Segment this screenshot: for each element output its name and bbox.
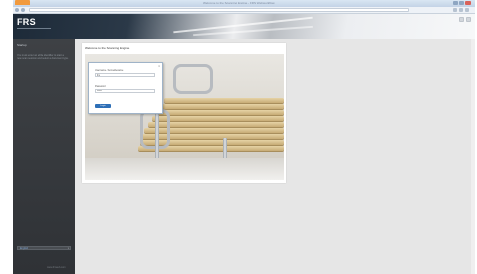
close-window-icon[interactable] [465, 1, 471, 5]
panel-title: Welcome to the Scanning Engine [85, 46, 130, 50]
page-scrollbar[interactable] [471, 39, 475, 274]
login-dialog: × Username / Anmeldename fra Password **… [88, 62, 163, 114]
sidebar-description: You must enter an eFile identifier to st… [17, 54, 69, 60]
close-icon[interactable]: × [158, 64, 160, 68]
username-label: Username / Anmeldename [95, 69, 124, 72]
gear-icon[interactable] [465, 8, 469, 12]
sidebar: Startup You must enter an eFile identifi… [13, 39, 75, 274]
back-arrow-icon[interactable] [15, 8, 19, 12]
minimize-icon[interactable] [453, 1, 458, 5]
browser-title-bar: Welcome to the Scanning Engine - FRS Web… [13, 0, 475, 7]
password-label: Password [95, 85, 106, 88]
password-field[interactable]: ***** [95, 89, 155, 93]
login-button[interactable]: Login [95, 104, 111, 108]
binder-photo: × Username / Anmeldename fra Password **… [85, 54, 284, 180]
browser-app-button[interactable] [15, 0, 30, 5]
maximize-icon[interactable] [459, 1, 464, 5]
welcome-panel: Welcome to the Scanning Engine × Usernam… [82, 43, 286, 183]
paper-stack [164, 98, 284, 103]
username-value: fra [97, 74, 100, 77]
browser-nav-bar [13, 7, 475, 14]
browser-toolbar [453, 8, 469, 12]
paper-stack [152, 116, 284, 121]
help-icon[interactable] [459, 17, 464, 22]
home-icon[interactable] [453, 8, 457, 12]
main-content: Welcome to the Scanning Engine × Usernam… [75, 39, 475, 274]
username-field[interactable]: fra [95, 73, 155, 77]
header-icons [459, 17, 471, 22]
chevron-down-icon: ▾ [67, 247, 69, 250]
settings-icon[interactable] [466, 17, 471, 22]
app-header: FRS [13, 14, 475, 39]
sidebar-title: Startup [17, 43, 27, 47]
password-value: ***** [97, 90, 102, 93]
window-controls [453, 1, 471, 5]
forward-arrow-icon[interactable] [21, 8, 25, 12]
language-select-value: English [20, 247, 29, 250]
paper-stack [156, 110, 284, 115]
paper-stack [160, 104, 284, 109]
app-logo: FRS [17, 17, 36, 27]
address-bar[interactable] [29, 8, 409, 12]
window-title: Welcome to the Scanning Engine - FRS Web… [203, 1, 275, 4]
desk-surface [85, 158, 284, 180]
logo-underline [17, 28, 51, 29]
binder-ring [173, 64, 213, 94]
browser-window: Welcome to the Scanning Engine - FRS Web… [13, 0, 475, 274]
sidebar-footer[interactable]: www.frsweb.com [47, 266, 66, 269]
language-select[interactable]: English ▾ [17, 246, 71, 250]
star-icon[interactable] [459, 8, 463, 12]
